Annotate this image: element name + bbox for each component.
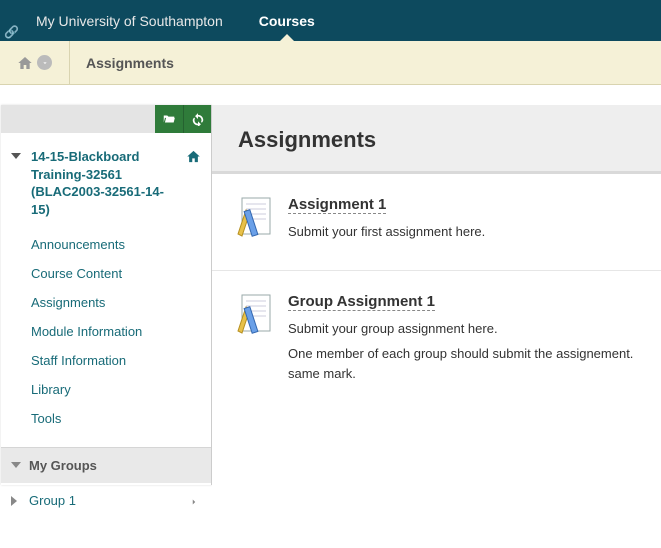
breadcrumb: Assignments xyxy=(0,41,661,85)
assignment-desc: Submit your group assignment here. xyxy=(288,319,661,339)
course-nav: Announcements Course Content Assignments… xyxy=(1,226,211,447)
course-header[interactable]: 14-15-Blackboard Training-32561 (BLAC200… xyxy=(1,133,211,226)
breadcrumb-home[interactable] xyxy=(0,41,70,85)
link-icon: 🔗 xyxy=(4,25,19,39)
home-icon xyxy=(186,149,201,164)
refresh-button[interactable] xyxy=(183,105,211,133)
content-area: Assignments Assignment 1 Submit your fir… xyxy=(212,85,661,548)
sidebar-toolbar xyxy=(1,105,211,133)
assignment-title[interactable]: Assignment 1 xyxy=(288,196,386,214)
collapse-icon xyxy=(11,462,21,468)
top-nav: 🔗 My University of Southampton Courses xyxy=(0,0,661,41)
nav-staff-information[interactable]: Staff Information xyxy=(31,346,211,375)
collapse-icon xyxy=(11,153,21,159)
my-groups-header[interactable]: My Groups xyxy=(1,447,211,483)
folder-open-icon xyxy=(162,112,176,126)
breadcrumb-current: Assignments xyxy=(70,55,174,71)
nav-tools[interactable]: Tools xyxy=(31,404,211,433)
nav-module-information[interactable]: Module Information xyxy=(31,317,211,346)
refresh-icon xyxy=(191,112,205,126)
group-name: Group 1 xyxy=(29,493,76,508)
assignment-desc: Submit your first assignment here. xyxy=(288,222,661,242)
expand-icon xyxy=(11,496,17,506)
assignment-desc: One member of each group should submit t… xyxy=(288,344,661,383)
assignment-item: Group Assignment 1 Submit your group ass… xyxy=(212,271,661,412)
nav-my-university[interactable]: My University of Southampton xyxy=(18,0,241,41)
assignment-icon xyxy=(230,293,280,390)
sidebar: 14-15-Blackboard Training-32561 (BLAC200… xyxy=(1,105,212,485)
chevron-down-icon[interactable] xyxy=(37,55,52,70)
assignment-icon xyxy=(230,196,280,248)
nav-library[interactable]: Library xyxy=(31,375,211,404)
nav-assignments[interactable]: Assignments xyxy=(31,288,211,317)
my-groups-label: My Groups xyxy=(29,458,97,473)
folder-open-button[interactable] xyxy=(155,105,183,133)
home-icon xyxy=(17,55,33,71)
nav-announcements[interactable]: Announcements xyxy=(31,230,211,259)
nav-courses[interactable]: Courses xyxy=(241,0,333,41)
nav-course-content[interactable]: Course Content xyxy=(31,259,211,288)
assignment-title[interactable]: Group Assignment 1 xyxy=(288,293,435,311)
chevron-right-icon xyxy=(189,495,199,510)
course-title[interactable]: 14-15-Blackboard Training-32561 (BLAC200… xyxy=(31,148,179,218)
page-title: Assignments xyxy=(238,127,661,153)
group-item[interactable]: Group 1 xyxy=(1,483,211,520)
assignment-item: Assignment 1 Submit your first assignmen… xyxy=(212,174,661,271)
course-home-button[interactable] xyxy=(186,149,201,167)
content-header: Assignments xyxy=(212,105,661,174)
